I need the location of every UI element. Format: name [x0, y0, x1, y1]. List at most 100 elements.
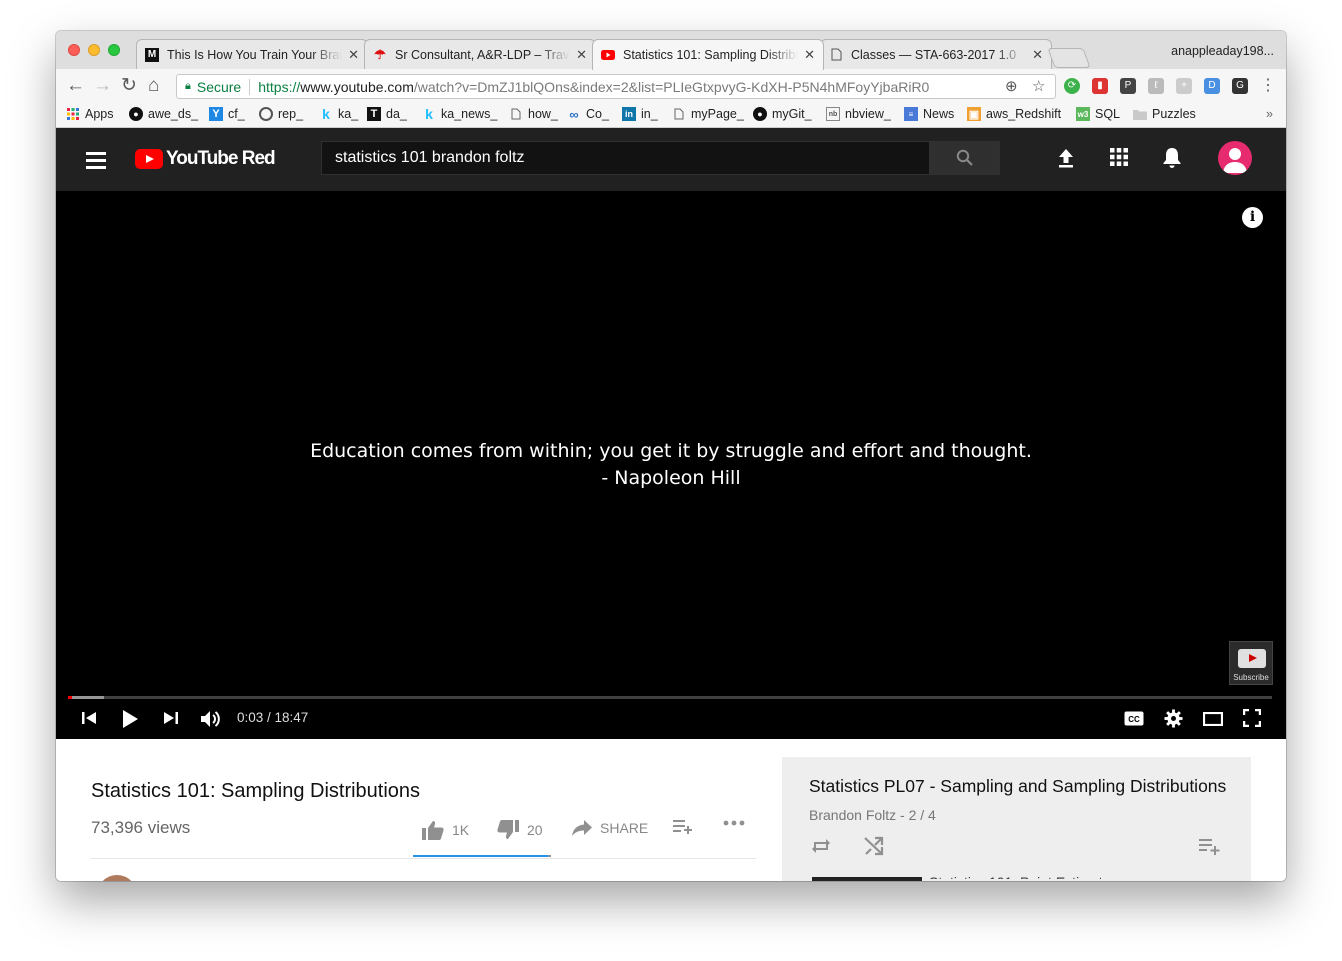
forward-arrow-icon[interactable]: → — [93, 76, 112, 96]
theater-mode-icon[interactable] — [1202, 711, 1224, 731]
sql-icon: w3 — [1076, 107, 1090, 121]
share-button[interactable]: SHARE — [572, 820, 648, 836]
tab-travelers[interactable]: ☂ Sr Consultant, A&R-LDP – Travelers ✕ — [364, 39, 596, 69]
extension-book-icon[interactable]: ▮ — [1092, 78, 1108, 94]
bookmark-co[interactable]: ∞ Co_ — [567, 106, 609, 122]
subscribe-watermark[interactable]: Subscribe — [1229, 641, 1273, 685]
search-input[interactable]: statistics 101 brandon foltz — [321, 141, 930, 175]
subscribe-watermark-label: Subscribe — [1233, 673, 1269, 682]
extension-blue-icon[interactable]: D — [1204, 78, 1220, 94]
home-icon[interactable]: ⌂ — [148, 76, 159, 96]
bookmark-mygit[interactable]: ● myGit_ — [753, 107, 812, 121]
address-bar[interactable]: 🔒︎ Secure https://www.youtube.com/watch?… — [176, 74, 1056, 99]
progress-bar[interactable] — [68, 696, 1272, 699]
shuffle-icon[interactable] — [863, 836, 885, 861]
youtube-play-logo-icon — [135, 149, 163, 169]
extension-g-icon[interactable]: G — [1232, 78, 1248, 94]
profile-name[interactable]: anappleaday198... — [1171, 44, 1274, 58]
url-path: /watch?v=DmZJ1blQOns&index=2&list=PLIeGt… — [413, 78, 930, 95]
bookmark-awe-ds[interactable]: ● awe_ds_ — [129, 107, 198, 121]
fullscreen-icon[interactable] — [1242, 708, 1262, 732]
url-text[interactable]: https://www.youtube.com/watch?v=DmZJ1blQ… — [258, 79, 929, 95]
bookmark-puzzles[interactable]: Puzzles — [1133, 107, 1196, 121]
tab-close-icon[interactable]: ✕ — [348, 47, 359, 63]
save-playlist-icon[interactable] — [1199, 839, 1221, 860]
close-window-button[interactable] — [68, 44, 80, 56]
minimize-window-button[interactable] — [88, 44, 100, 56]
loop-icon[interactable] — [810, 836, 832, 861]
youtube-logo[interactable]: YouTube Red — [135, 148, 276, 170]
sentiment-bar — [413, 855, 551, 857]
more-actions-icon[interactable] — [723, 820, 753, 826]
bookmark-aws-redshift[interactable]: ▣ aws_Redshift — [967, 107, 1061, 121]
bookmark-in[interactable]: in in_ — [622, 107, 658, 121]
notifications-bell-icon[interactable] — [1162, 147, 1182, 174]
rep-icon — [259, 107, 273, 121]
bookmark-ka-news[interactable]: k ka_news_ — [422, 106, 497, 122]
youtube-subscribe-icon — [1238, 649, 1266, 668]
play-icon[interactable] — [120, 709, 140, 734]
bookmark-apps[interactable]: Apps — [66, 107, 114, 121]
coursera-icon: ∞ — [569, 106, 579, 122]
like-button[interactable]: 1K — [422, 820, 469, 840]
bookmark-label: SQL — [1095, 107, 1121, 121]
info-icon[interactable]: i — [1242, 207, 1263, 228]
closed-captions-icon[interactable]: CC — [1124, 711, 1144, 731]
playlist-item-thumbnail[interactable] — [812, 877, 922, 881]
zoom-icon[interactable]: ⊕ — [1005, 77, 1018, 95]
chrome-menu-icon[interactable]: ⋮ — [1260, 76, 1276, 96]
bookmark-sql[interactable]: w3 SQL — [1076, 107, 1120, 121]
zoom-window-button[interactable] — [108, 44, 120, 56]
t-icon: T — [367, 107, 381, 121]
upload-icon[interactable] — [1057, 148, 1075, 173]
bookmark-nbview[interactable]: nb nbview_ — [826, 107, 891, 121]
settings-gear-icon[interactable] — [1164, 709, 1183, 733]
bookmark-cf[interactable]: Ycf_ — [209, 107, 245, 121]
tab-close-icon[interactable]: ✕ — [1032, 47, 1043, 63]
thumbs-up-icon — [422, 821, 444, 840]
bookmark-star-icon[interactable]: ☆ — [1032, 77, 1045, 95]
playlist-title[interactable]: Statistics PL07 - Sampling and Sampling … — [809, 776, 1226, 797]
share-arrow-icon — [572, 820, 592, 836]
github-icon: ● — [753, 107, 767, 121]
previous-video-icon[interactable] — [80, 709, 98, 732]
tab-medium[interactable]: M This Is How You Train Your Brain ✕ — [136, 39, 368, 69]
avatar[interactable] — [1218, 141, 1252, 175]
next-video-icon[interactable] — [162, 709, 180, 732]
volume-icon[interactable] — [200, 709, 224, 734]
video-caption-line-2: - Napoleon Hill — [601, 467, 741, 489]
apps-grid-icon — [66, 107, 80, 121]
aws-icon: ▣ — [967, 107, 981, 121]
channel-avatar[interactable] — [97, 875, 137, 881]
bookmark-ka[interactable]: k ka_ — [319, 106, 358, 122]
video-player[interactable]: i Education comes from within; you get i… — [56, 191, 1286, 739]
playlist-item-title[interactable]: Statistics 101: Point Estimat — [929, 874, 1103, 879]
add-to-playlist-icon[interactable] — [673, 820, 701, 834]
bookmarks-overflow-icon[interactable]: » — [1266, 107, 1273, 121]
playlist-subtitle: Brandon Foltz - 2 / 4 — [809, 807, 936, 823]
reload-icon[interactable]: ↻ — [121, 76, 137, 96]
tab-classes[interactable]: Classes — STA-663-2017 1.0 ✕ — [820, 39, 1052, 69]
like-count: 1K — [452, 822, 470, 838]
extension-grey-icon[interactable]: ℓ — [1148, 78, 1164, 94]
github-icon: ● — [129, 107, 143, 121]
guide-menu-icon[interactable] — [86, 152, 106, 173]
bookmark-news[interactable]: ≡ News — [904, 107, 954, 121]
bookmark-rep[interactable]: rep_ — [259, 107, 303, 121]
page-icon — [509, 107, 523, 121]
bookmark-da[interactable]: Tda_ — [367, 107, 407, 121]
extension-plus-icon[interactable]: + — [1176, 78, 1192, 94]
extension-python-icon[interactable]: P — [1120, 78, 1136, 94]
tab-youtube[interactable]: Statistics 101: Sampling Distributions ✕ — [592, 39, 824, 70]
progress-played — [68, 696, 72, 699]
search-button[interactable] — [930, 141, 1000, 175]
bookmark-mypage[interactable]: myPage_ — [672, 107, 744, 121]
tab-close-icon[interactable]: ✕ — [576, 47, 587, 63]
apps-grid-icon[interactable] — [1110, 148, 1128, 171]
bookmark-how[interactable]: how_ — [509, 107, 558, 121]
new-tab-button[interactable] — [1047, 48, 1091, 68]
back-arrow-icon[interactable]: ← — [66, 76, 85, 96]
tab-close-icon[interactable]: ✕ — [804, 47, 815, 63]
dislike-button[interactable]: 20 — [497, 820, 543, 840]
extension-green-icon[interactable]: ⟳ — [1064, 78, 1080, 94]
